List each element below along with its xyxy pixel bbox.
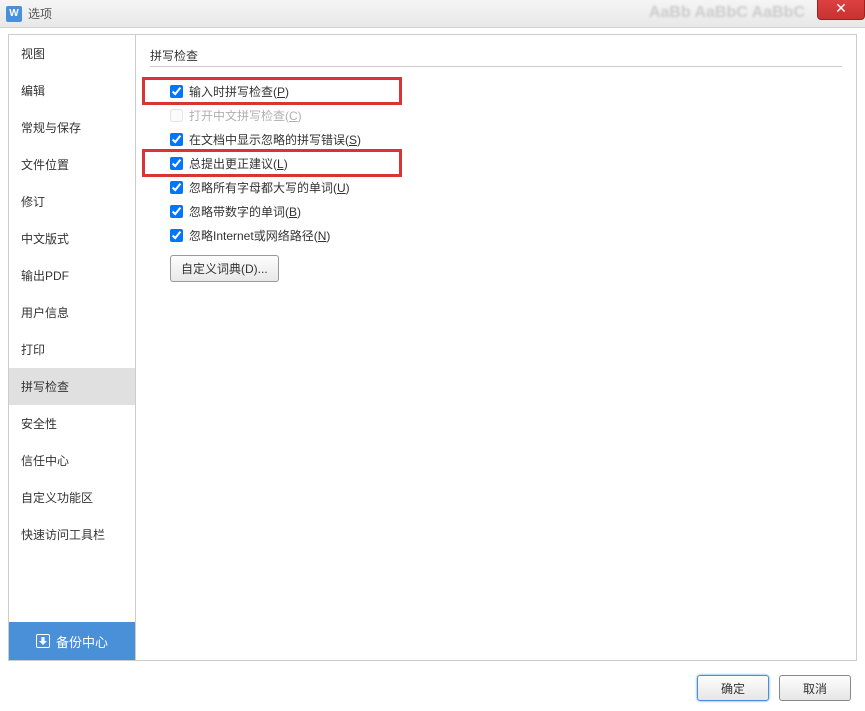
background-blur-text: AaBb AaBbC AaBbC bbox=[649, 4, 805, 22]
sidebar-item-9[interactable]: 拼写检查 bbox=[9, 368, 135, 405]
sidebar-item-8[interactable]: 打印 bbox=[9, 331, 135, 368]
main-panel: 拼写检查 输入时拼写检查(P) 打开中文拼写检查(C) 在文档中显示忽略的拼写错误(… bbox=[136, 34, 857, 661]
dialog-body: 视图编辑常规与保存文件位置修订中文版式输出PDF用户信息打印拼写检查安全性信任中… bbox=[0, 28, 865, 661]
sidebar-item-3[interactable]: 文件位置 bbox=[9, 146, 135, 183]
option-label-1: 打开中文拼写检查(C) bbox=[189, 107, 302, 124]
close-button[interactable]: ✕ bbox=[817, 0, 865, 20]
backup-center-button[interactable]: 备份中心 bbox=[9, 622, 135, 660]
option-row-2: 在文档中显示忽略的拼写错误(S) bbox=[170, 127, 842, 151]
cancel-button[interactable]: 取消 bbox=[779, 675, 851, 701]
option-checkbox-4[interactable] bbox=[170, 181, 183, 194]
sidebar-item-6[interactable]: 输出PDF bbox=[9, 257, 135, 294]
option-row-5: 忽略带数字的单词(B) bbox=[170, 199, 842, 223]
sidebar-item-13[interactable]: 快速访问工具栏 bbox=[9, 516, 135, 553]
option-label-2[interactable]: 在文档中显示忽略的拼写错误(S) bbox=[189, 131, 361, 148]
ok-button[interactable]: 确定 bbox=[697, 675, 769, 701]
dialog-footer: 确定 取消 bbox=[697, 675, 851, 701]
option-checkbox-3[interactable] bbox=[170, 157, 183, 170]
sidebar-item-11[interactable]: 信任中心 bbox=[9, 442, 135, 479]
option-checkbox-0[interactable] bbox=[170, 85, 183, 98]
option-checkbox-6[interactable] bbox=[170, 229, 183, 242]
option-label-3[interactable]: 总提出更正建议(L) bbox=[189, 155, 288, 172]
option-row-4: 忽略所有字母都大写的单词(U) bbox=[170, 175, 842, 199]
sidebar-item-12[interactable]: 自定义功能区 bbox=[9, 479, 135, 516]
sidebar-list: 视图编辑常规与保存文件位置修订中文版式输出PDF用户信息打印拼写检查安全性信任中… bbox=[9, 35, 135, 622]
sidebar-item-5[interactable]: 中文版式 bbox=[9, 220, 135, 257]
option-row-1: 打开中文拼写检查(C) bbox=[170, 103, 842, 127]
sidebar-item-4[interactable]: 修订 bbox=[9, 183, 135, 220]
section-divider bbox=[150, 66, 842, 67]
option-checkbox-2[interactable] bbox=[170, 133, 183, 146]
option-row-6: 忽略Internet或网络路径(N) bbox=[170, 223, 842, 247]
sidebar-item-0[interactable]: 视图 bbox=[9, 35, 135, 72]
sidebar: 视图编辑常规与保存文件位置修订中文版式输出PDF用户信息打印拼写检查安全性信任中… bbox=[8, 34, 136, 661]
sidebar-item-10[interactable]: 安全性 bbox=[9, 405, 135, 442]
window-title: 选项 bbox=[28, 5, 52, 22]
sidebar-item-2[interactable]: 常规与保存 bbox=[9, 109, 135, 146]
titlebar: W 选项 AaBb AaBbC AaBbC ✕ bbox=[0, 0, 865, 28]
backup-label: 备份中心 bbox=[56, 632, 108, 651]
option-label-5[interactable]: 忽略带数字的单词(B) bbox=[189, 203, 301, 220]
sidebar-item-7[interactable]: 用户信息 bbox=[9, 294, 135, 331]
option-label-6[interactable]: 忽略Internet或网络路径(N) bbox=[189, 227, 330, 244]
sidebar-item-1[interactable]: 编辑 bbox=[9, 72, 135, 109]
backup-icon bbox=[36, 634, 50, 648]
app-icon: W bbox=[6, 6, 22, 22]
options-group: 输入时拼写检查(P) 打开中文拼写检查(C) 在文档中显示忽略的拼写错误(S) 总提出… bbox=[150, 79, 842, 282]
section-title: 拼写检查 bbox=[150, 47, 842, 64]
option-checkbox-5[interactable] bbox=[170, 205, 183, 218]
option-label-4[interactable]: 忽略所有字母都大写的单词(U) bbox=[189, 179, 350, 196]
option-row-0: 输入时拼写检查(P) bbox=[144, 79, 400, 103]
option-label-0[interactable]: 输入时拼写检查(P) bbox=[189, 83, 289, 100]
option-row-3: 总提出更正建议(L) bbox=[144, 151, 400, 175]
custom-dictionary-button[interactable]: 自定义词典(D)... bbox=[170, 255, 279, 282]
option-checkbox-1 bbox=[170, 109, 183, 122]
